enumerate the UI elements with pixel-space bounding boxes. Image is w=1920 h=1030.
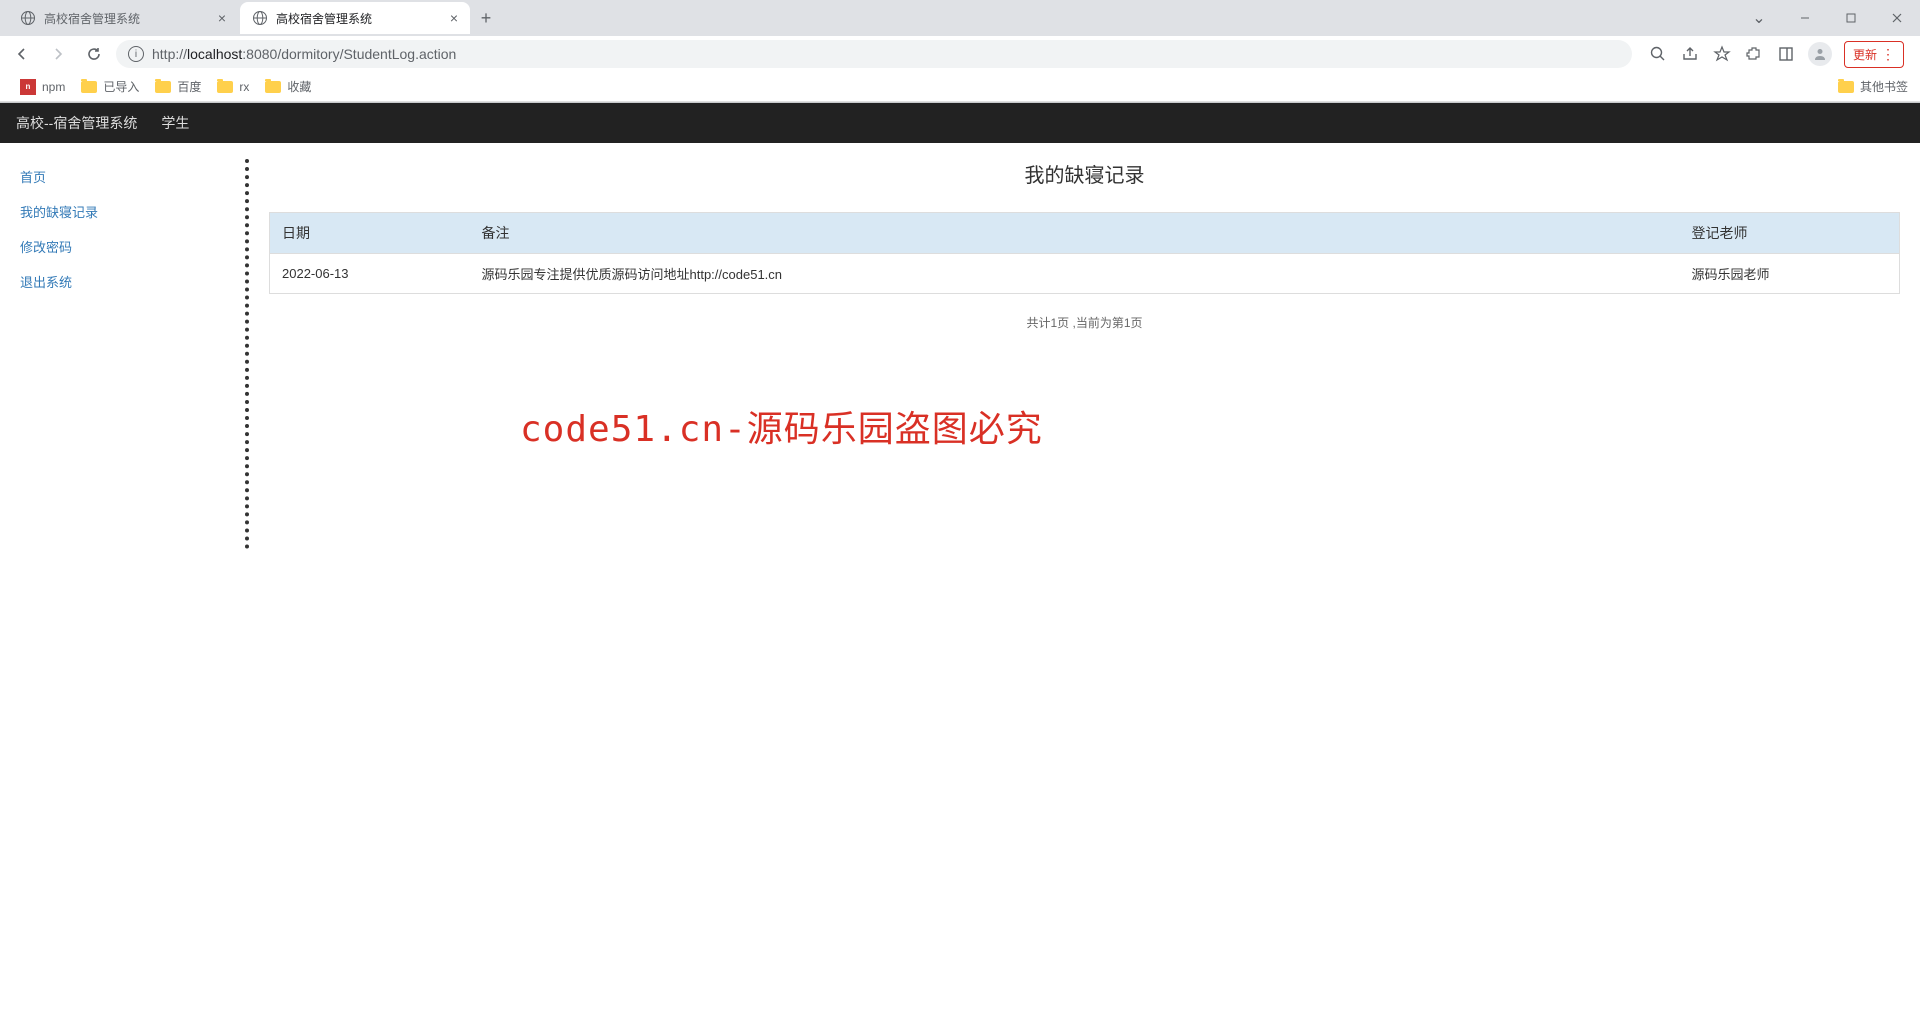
sidebar-item-logout[interactable]: 退出系统 [20,264,245,299]
tab-title: 高校宿舍管理系统 [276,10,372,27]
other-bookmarks[interactable]: 其他书签 [1838,78,1908,95]
bookmarks-bar: n npm 已导入 百度 rx 收藏 其他书签 [0,72,1920,102]
share-icon[interactable] [1680,44,1700,64]
header-date: 日期 [270,213,470,254]
app-user-label[interactable]: 学生 [161,113,189,133]
bookmark-baidu[interactable]: 百度 [147,78,209,95]
profile-avatar-icon[interactable] [1808,42,1832,66]
close-icon[interactable]: × [438,10,458,26]
toolbar-icons: 更新 ⋮ [1640,41,1912,68]
sidebar-item-absence-log[interactable]: 我的缺寝记录 [20,194,245,229]
header-teacher: 登记老师 [1680,213,1900,254]
bookmark-label: 收藏 [287,78,311,95]
tab-bar: 高校宿舍管理系统 × 高校宿舍管理系统 × + ⌄ [0,0,1920,36]
globe-icon [20,10,36,26]
site-info-icon[interactable]: i [128,46,144,62]
folder-icon [1838,81,1854,93]
tab-title: 高校宿舍管理系统 [44,10,140,27]
navigation-bar: i http://localhost:8080/dormitory/Studen… [0,36,1920,72]
bookmark-label: 百度 [177,78,201,95]
pagination-info: 共计1页 ,当前为第1页 [269,314,1900,331]
bookmark-npm[interactable]: n npm [12,79,73,95]
sidebar-item-home[interactable]: 首页 [20,159,245,194]
close-window-button[interactable] [1874,0,1920,36]
back-button[interactable] [8,40,36,68]
bookmark-label: 已导入 [103,78,139,95]
cell-remark: 源码乐园专注提供优质源码访问地址http://code51.cn [470,254,1680,294]
extensions-icon[interactable] [1744,44,1764,64]
new-tab-button[interactable]: + [472,4,500,32]
app-body: 首页 我的缺寝记录 修改密码 退出系统 我的缺寝记录 日期 备注 登记老师 20… [0,143,1920,565]
folder-icon [155,81,171,93]
zoom-icon[interactable] [1648,44,1668,64]
other-bookmarks-label: 其他书签 [1860,78,1908,95]
tabs-dropdown-icon[interactable]: ⌄ [1736,0,1782,36]
browser-tab-0[interactable]: 高校宿舍管理系统 × [8,2,238,34]
browser-tab-1[interactable]: 高校宿舍管理系统 × [240,2,470,34]
cell-teacher: 源码乐园老师 [1680,254,1900,294]
url-text: http://localhost:8080/dormitory/StudentL… [152,46,456,62]
minimize-button[interactable] [1782,0,1828,36]
sidepanel-icon[interactable] [1776,44,1796,64]
bookmark-rx[interactable]: rx [209,80,257,94]
folder-icon [265,81,281,93]
sidebar-item-change-password[interactable]: 修改密码 [20,229,245,264]
page-title: 我的缺寝记录 [269,159,1900,188]
absence-table: 日期 备注 登记老师 2022-06-13 源码乐园专注提供优质源码访问地址ht… [269,212,1900,294]
app-title: 高校--宿舍管理系统 [16,113,137,133]
bookmark-imported[interactable]: 已导入 [73,78,147,95]
table-row: 2022-06-13 源码乐园专注提供优质源码访问地址http://code51… [270,254,1900,294]
address-bar[interactable]: i http://localhost:8080/dormitory/Studen… [116,40,1632,68]
window-controls: ⌄ [1736,0,1920,36]
main-content: 我的缺寝记录 日期 备注 登记老师 2022-06-13 源码乐园专注提供优质源… [249,143,1920,565]
bookmark-label: npm [42,80,65,94]
close-icon[interactable]: × [206,10,226,26]
npm-icon: n [20,79,36,95]
update-button[interactable]: 更新 ⋮ [1844,41,1904,68]
reload-button[interactable] [80,40,108,68]
star-icon[interactable] [1712,44,1732,64]
app-header: 高校--宿舍管理系统 学生 [0,103,1920,143]
folder-icon [81,81,97,93]
maximize-button[interactable] [1828,0,1874,36]
bookmark-favorites[interactable]: 收藏 [257,78,319,95]
globe-icon [252,10,268,26]
cell-date: 2022-06-13 [270,254,470,294]
header-remark: 备注 [470,213,1680,254]
update-label: 更新 [1853,46,1877,63]
browser-chrome: 高校宿舍管理系统 × 高校宿舍管理系统 × + ⌄ [0,0,1920,103]
bookmark-label: rx [239,80,249,94]
table-header-row: 日期 备注 登记老师 [270,213,1900,254]
folder-icon [217,81,233,93]
forward-button[interactable] [44,40,72,68]
menu-dots-icon: ⋮ [1881,46,1895,63]
sidebar: 首页 我的缺寝记录 修改密码 退出系统 [0,143,245,565]
